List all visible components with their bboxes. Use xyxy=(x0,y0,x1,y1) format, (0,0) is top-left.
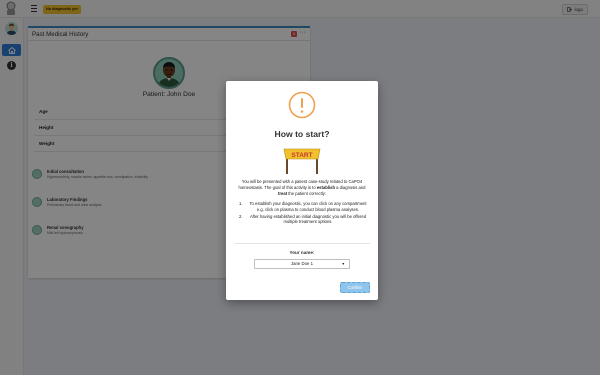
modal-steps: 1. To establish your diagnostic, you can … xyxy=(236,201,368,226)
warning-icon xyxy=(288,91,316,119)
name-label: Your name: xyxy=(289,250,315,255)
confirm-button[interactable]: Confirm xyxy=(340,282,370,293)
modal-title: How to start? xyxy=(274,129,330,139)
modal-step: 1. To establish your diagnostic, you can … xyxy=(239,201,367,212)
modal-intro: You will be presented with a patient cas… xyxy=(238,179,366,196)
modal-step: 2. After having established an initial di… xyxy=(239,213,367,225)
modal-divider xyxy=(234,243,370,244)
chevron-down-icon: ▼ xyxy=(341,262,345,266)
start-sign-icon: START xyxy=(283,148,321,174)
start-sign-text: START xyxy=(291,152,312,159)
how-to-start-modal: How to start? START You will be presente… xyxy=(226,81,378,300)
name-select[interactable]: Jane Doe 1 ▼ xyxy=(254,259,350,269)
name-select-value: Jane Doe 1 xyxy=(291,261,313,266)
